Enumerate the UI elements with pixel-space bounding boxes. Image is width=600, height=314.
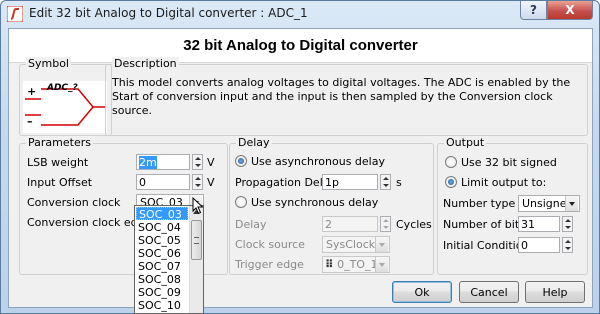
page-title: 32 bit Analog to Digital converter — [183, 37, 418, 54]
dialog-window: Edit 32 bit Analog to Digital converter … — [0, 0, 600, 314]
rising-edge-icon: ⠿ — [325, 258, 334, 271]
symbol-group: Symbol ADC_? + – — [19, 57, 112, 136]
chevron-down-icon[interactable] — [375, 237, 388, 252]
delay-group: Delay Use asynchronous delay Propagation… — [229, 136, 434, 275]
dropdown-option[interactable]: SOC_06 — [136, 247, 188, 260]
description-text: This model converts analog voltages to d… — [112, 76, 571, 117]
scroll-thumb[interactable] — [191, 220, 202, 260]
app-logo-icon — [7, 6, 23, 22]
description-legend: Description — [112, 57, 179, 70]
initial-condition-spinner[interactable] — [562, 237, 573, 253]
delay-legend: Delay — [236, 136, 272, 149]
input-offset-unit: V — [207, 176, 215, 189]
number-of-bits-spinner[interactable] — [562, 216, 573, 232]
initial-condition-input[interactable]: 0 — [518, 237, 560, 253]
sync-delay-radio[interactable] — [235, 196, 247, 208]
window-title: Edit 32 bit Analog to Digital converter … — [29, 6, 308, 20]
parameters-legend: Parameters — [26, 136, 93, 149]
dropdown-option[interactable]: SOC_07 — [136, 260, 188, 273]
limit-output-label[interactable]: Limit output to: — [461, 176, 546, 189]
lsb-weight-unit: V — [207, 156, 215, 169]
async-delay-radio[interactable] — [235, 155, 247, 167]
symbol-plus: + — [27, 85, 37, 98]
symbol-legend: Symbol — [26, 57, 71, 70]
dropdown-option[interactable]: SOC_03 — [136, 207, 188, 221]
limit-output-radio[interactable] — [445, 176, 457, 188]
symbol-minus: – — [27, 115, 33, 128]
dropdown-option[interactable]: SOC_10 — [136, 299, 188, 312]
chevron-down-icon[interactable] — [375, 257, 388, 272]
help-button[interactable]: Help — [525, 281, 585, 303]
propagation-delay-unit: s — [396, 176, 402, 189]
input-offset-input[interactable]: 0 — [136, 174, 190, 190]
conversion-clock-edge-label: Conversion clock edge — [27, 216, 152, 229]
signed-output-radio[interactable] — [445, 156, 457, 168]
dropdown-option[interactable]: SOC_04 — [136, 221, 188, 234]
dropdown-option[interactable]: SOC_09 — [136, 286, 188, 299]
symbol-preview: ADC_? + – — [23, 81, 107, 133]
chevron-down-icon[interactable] — [565, 196, 578, 211]
propagation-delay-input[interactable]: 1p — [322, 174, 378, 190]
lsb-weight-spinner[interactable] — [192, 154, 203, 170]
title-bar[interactable]: Edit 32 bit Analog to Digital converter … — [1, 1, 599, 27]
conversion-clock-label: Conversion clock — [27, 196, 121, 209]
number-of-bits-input[interactable]: 31 — [518, 216, 560, 232]
delay-label: Delay — [235, 218, 267, 231]
dropdown-option[interactable]: SOC_05 — [136, 234, 188, 247]
propagation-delay-spinner[interactable] — [380, 174, 391, 190]
help-icon-button[interactable]: ? — [520, 1, 547, 20]
lsb-weight-input[interactable]: 2m — [136, 154, 190, 170]
propagation-delay-label: Propagation Delay — [235, 176, 337, 189]
dropdown-option[interactable]: SOC_08 — [136, 273, 188, 286]
close-icon-button[interactable]: X — [547, 1, 593, 20]
cancel-button[interactable]: Cancel — [459, 281, 519, 303]
delay-cycles-input[interactable]: 2 — [322, 216, 378, 232]
clock-source-label: Clock source — [235, 238, 305, 251]
async-delay-label[interactable]: Use asynchronous delay — [251, 155, 385, 168]
symbol-component-name: ADC_? — [47, 83, 78, 93]
dialog-header: 32 bit Analog to Digital converter — [9, 29, 592, 63]
ok-button[interactable]: Ok — [392, 281, 452, 303]
signed-output-label[interactable]: Use 32 bit signed — [461, 156, 557, 169]
conversion-clock-dropdown[interactable]: SOC_03 SOC_04 SOC_05 SOC_06 SOC_07 SOC_0… — [134, 205, 204, 314]
number-type-label: Number type — [443, 197, 516, 210]
output-legend: Output — [444, 136, 487, 149]
trigger-edge-label: Trigger edge — [235, 258, 304, 271]
number-of-bits-label: Number of bits — [443, 218, 525, 231]
delay-cycles-unit: Cycles — [396, 218, 432, 231]
lsb-weight-label: LSB weight — [27, 156, 89, 169]
sync-delay-label[interactable]: Use synchronous delay — [251, 196, 378, 209]
mouse-cursor-icon — [192, 197, 204, 215]
dialog-client: 32 bit Analog to Digital converter Symbo… — [8, 28, 593, 308]
delay-cycles-spinner[interactable] — [380, 216, 391, 232]
description-group: Description This model converts analog v… — [105, 57, 588, 136]
output-group: Output Use 32 bit signed Limit output to… — [437, 136, 588, 275]
dropdown-scrollbar[interactable] — [189, 206, 203, 313]
input-offset-spinner[interactable] — [192, 174, 203, 190]
initial-condition-label: Initial Condition — [443, 239, 530, 252]
input-offset-label: Input Offset — [27, 176, 93, 189]
